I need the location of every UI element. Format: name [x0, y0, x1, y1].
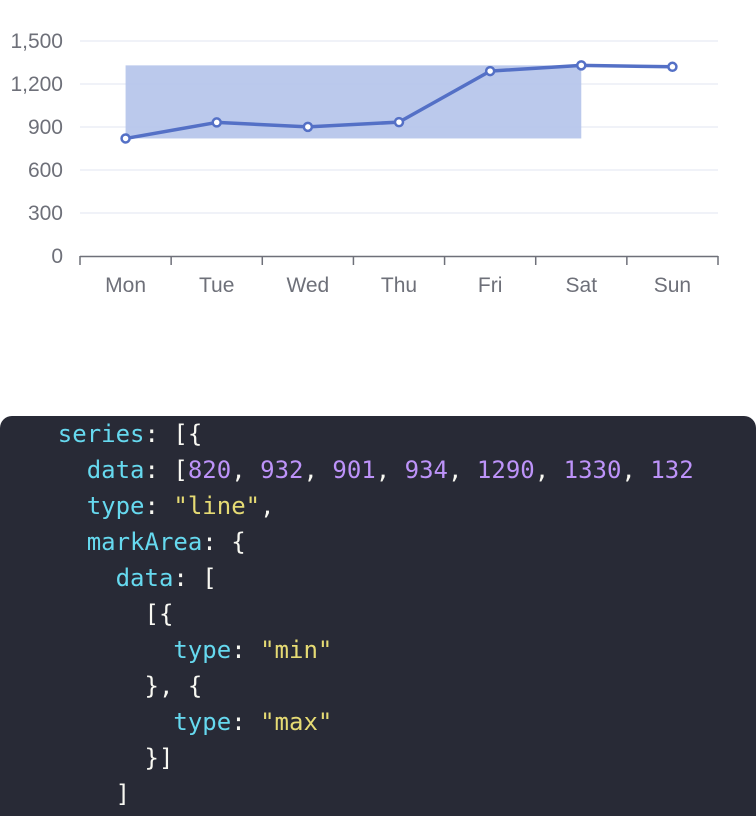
code-panel: series: [{ data: [820, 932, 901, 934, 12… — [0, 416, 756, 816]
code-token: , — [375, 456, 405, 484]
x-tick-label: Sat — [566, 274, 598, 297]
code-token: 932 — [260, 456, 304, 484]
code-token: , — [303, 456, 333, 484]
code-token: type — [86, 492, 145, 520]
code-token: 1330 — [563, 456, 622, 484]
code-token: : — [231, 708, 261, 736]
code-token: , — [260, 492, 275, 520]
code-token: : [ — [144, 456, 188, 484]
code-token: data — [86, 456, 145, 484]
code-token: "line" — [173, 492, 261, 520]
code-token: : — [231, 636, 261, 664]
data-point — [484, 65, 496, 77]
code-line: type: "max" — [0, 704, 332, 740]
data-point — [302, 121, 314, 133]
chart-svg: 0 300 600 900 1,200 1,500 Mon Tue Wed Thu Fri Sat S… — [10, 30, 719, 297]
x-tick-label: Fri — [478, 274, 503, 297]
code-token: type — [173, 708, 232, 736]
x-tick-label: Thu — [381, 274, 417, 297]
code-token: }] — [0, 744, 174, 772]
code-token: 820 — [187, 456, 232, 484]
x-tick-label: Sun — [654, 274, 691, 297]
data-point — [211, 117, 222, 128]
code-line: [{ — [0, 596, 173, 632]
data-point — [120, 133, 131, 144]
data-point — [393, 116, 405, 128]
y-tick-label: 0 — [51, 245, 63, 268]
code-token: 132 — [650, 456, 694, 484]
code-line: ] — [0, 776, 130, 812]
x-axis-labels: Mon Tue Wed Thu Fri Sat Sun — [105, 274, 691, 297]
code-token: series — [57, 420, 145, 448]
code-token: }, { — [0, 672, 203, 700]
code-line: data: [ — [0, 560, 217, 596]
data-point — [667, 61, 678, 73]
code-token: : { — [202, 528, 246, 556]
code-token: "max" — [260, 708, 333, 736]
code-token: type — [173, 636, 232, 664]
y-tick-label: 1,200 — [10, 73, 63, 96]
code-line: markArea: { — [0, 524, 246, 560]
code-line: }] — [0, 740, 173, 776]
code-token: ] — [0, 780, 131, 808]
code-token: 934 — [404, 456, 449, 484]
code-token: , — [448, 456, 477, 484]
code-token: , — [534, 456, 564, 484]
code-token: : — [144, 492, 174, 520]
x-tick-label: Tue — [199, 274, 234, 297]
data-point — [576, 60, 587, 71]
code-token: "min" — [260, 636, 333, 664]
line-chart: 0 300 600 900 1,200 1,500 Mon Tue Wed Thu Fri Sat S… — [0, 0, 756, 400]
code-line: type: "line", — [0, 488, 275, 524]
code-line: data: [820, 932, 901, 934, 1290, 1330, 1… — [0, 452, 694, 488]
code-token: , — [621, 456, 651, 484]
y-axis-labels: 0 300 600 900 1,200 1,500 — [10, 30, 63, 268]
x-tick-label: Wed — [286, 274, 329, 297]
code-token: , — [231, 456, 261, 484]
code-token: [{ — [0, 600, 174, 628]
code-line: type: "min" — [0, 632, 332, 668]
y-tick-label: 1,500 — [10, 30, 63, 53]
y-tick-label: 900 — [28, 116, 63, 139]
code-line: series: [{ — [0, 416, 203, 452]
code-token: markArea — [86, 528, 203, 556]
x-tick-label: Mon — [105, 274, 146, 297]
code-line: }, { — [0, 668, 202, 704]
code-token: 901 — [332, 456, 376, 484]
code-token: : [ — [173, 564, 217, 592]
code-token: : [{ — [144, 420, 203, 448]
x-axis — [79, 255, 719, 265]
y-tick-label: 600 — [28, 159, 63, 182]
code-token: 1290 — [476, 456, 535, 484]
y-tick-label: 300 — [28, 202, 63, 225]
code-token: data — [115, 564, 174, 592]
